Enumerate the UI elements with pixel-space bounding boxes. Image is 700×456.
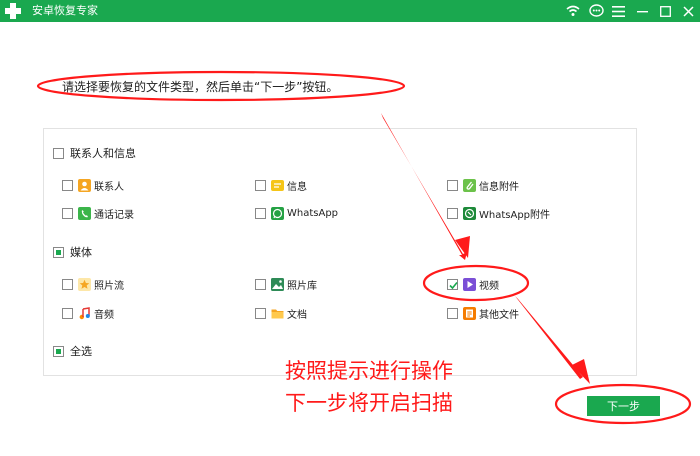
menu-icon[interactable]: [608, 1, 628, 21]
app-title: 安卓恢复专家: [32, 4, 98, 17]
message-attachments-checkbox[interactable]: [447, 179, 458, 191]
item-label: 信息附件: [479, 181, 519, 193]
call-log-checkbox[interactable]: [62, 207, 73, 219]
item-label: 音频: [94, 309, 114, 321]
app-logo-cross-icon: [5, 3, 21, 19]
camera-roll-checkbox[interactable]: [62, 278, 73, 290]
video-play-icon: [463, 277, 476, 291]
whatsapp-attachment-icon: [463, 206, 476, 220]
item-video[interactable]: 视频: [447, 276, 499, 292]
close-icon[interactable]: [678, 1, 698, 21]
item-audio[interactable]: 音频: [62, 305, 114, 321]
group-contacts-messages[interactable]: 联系人和信息: [53, 145, 136, 161]
star-photo-icon: [78, 277, 91, 291]
item-other-files[interactable]: 其他文件: [447, 305, 519, 321]
item-label: 信息: [287, 181, 307, 193]
item-label: 照片流: [94, 280, 124, 292]
item-call-log[interactable]: 通话记录: [62, 205, 134, 221]
item-messages[interactable]: 信息: [255, 177, 307, 193]
item-label: 视频: [479, 280, 499, 292]
other-files-checkbox[interactable]: [447, 307, 458, 319]
whatsapp-attachments-checkbox[interactable]: [447, 207, 458, 219]
file-type-panel: [43, 128, 637, 376]
item-whatsapp-attachments[interactable]: WhatsApp附件: [447, 205, 550, 221]
group-label: 媒体: [70, 246, 92, 259]
video-checkbox[interactable]: [447, 278, 458, 290]
item-label: 照片库: [287, 280, 317, 292]
paperclip-icon: [463, 178, 476, 192]
group-media-checkbox[interactable]: [53, 246, 64, 258]
group-media[interactable]: 媒体: [53, 244, 92, 260]
image-icon: [271, 277, 284, 291]
phone-icon: [78, 206, 91, 220]
maximize-icon[interactable]: [655, 1, 675, 21]
item-camera-roll[interactable]: 照片流: [62, 276, 124, 292]
messages-checkbox[interactable]: [255, 179, 266, 191]
annotation-line-2: 下一步将开启扫描: [285, 391, 453, 415]
folder-icon: [271, 307, 284, 320]
message-icon: [271, 179, 284, 192]
file-icon: [463, 306, 476, 320]
instruction-text: 请选择要恢复的文件类型，然后单击“下一步”按钮。: [62, 80, 339, 94]
whatsapp-icon: [271, 206, 284, 220]
item-message-attachments[interactable]: 信息附件: [447, 177, 519, 193]
annotation-line-1: 按照提示进行操作: [285, 359, 453, 383]
item-label: WhatsApp: [287, 207, 339, 219]
contacts-checkbox[interactable]: [62, 179, 73, 191]
item-label: WhatsApp附件: [479, 209, 551, 221]
next-button[interactable]: 下一步: [587, 396, 660, 416]
music-note-icon: [78, 306, 91, 320]
item-label: 通话记录: [94, 209, 134, 221]
whatsapp-checkbox[interactable]: [255, 207, 266, 219]
item-photo-library[interactable]: 照片库: [255, 276, 317, 292]
select-all-checkbox[interactable]: [53, 345, 64, 357]
item-contacts[interactable]: 联系人: [62, 177, 124, 193]
documents-checkbox[interactable]: [255, 307, 266, 319]
item-label: 联系人: [94, 181, 124, 193]
select-all-label: 全选: [70, 345, 92, 358]
group-contacts-messages-checkbox[interactable]: [53, 147, 64, 159]
chat-icon[interactable]: [586, 1, 606, 21]
group-label: 联系人和信息: [70, 147, 136, 160]
photo-library-checkbox[interactable]: [255, 278, 266, 290]
item-label: 其他文件: [479, 309, 519, 321]
item-documents[interactable]: 文档: [255, 305, 307, 321]
item-label: 文档: [287, 309, 307, 321]
audio-checkbox[interactable]: [62, 307, 73, 319]
item-whatsapp[interactable]: WhatsApp: [255, 205, 338, 221]
select-all[interactable]: 全选: [53, 343, 92, 359]
contacts-icon: [78, 178, 91, 192]
wifi-icon[interactable]: [563, 1, 583, 21]
title-bar: 安卓恢复专家: [0, 0, 700, 22]
minimize-icon[interactable]: [632, 1, 652, 21]
